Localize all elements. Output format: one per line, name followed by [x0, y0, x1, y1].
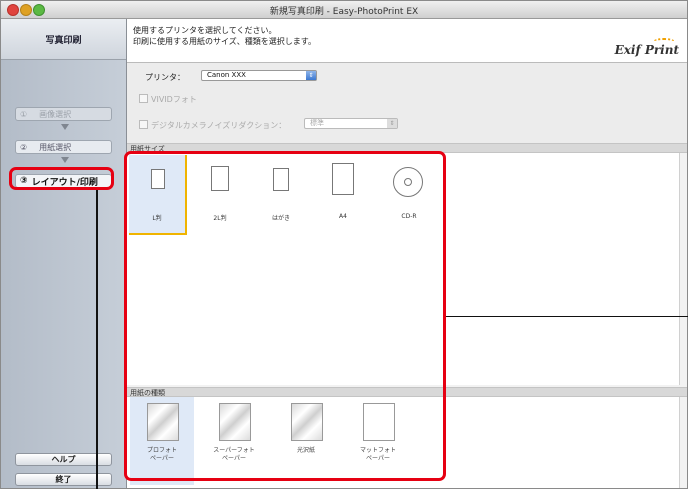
sidebar-header: 写真印刷	[1, 19, 126, 60]
step-label: 用紙選択	[39, 142, 72, 152]
noise-reduction-value: 標準	[310, 119, 324, 127]
step-number: ①	[20, 109, 28, 119]
instruction-line: 印刷に使用する用紙のサイズ、種類を選択します。	[133, 37, 316, 46]
updown-arrow-icon: ⇕	[306, 71, 316, 80]
callout-leader-line	[96, 190, 98, 489]
exif-print-logo: Exif Print	[614, 43, 679, 57]
paper-selection-callout	[124, 151, 446, 481]
print-settings: プリンタ： Canon XXX ⇕ VIVIDフォト デジタルカメラノイズリダク…	[127, 63, 687, 143]
noise-reduction-checkbox[interactable]	[139, 120, 148, 129]
printer-label: プリンタ：	[145, 73, 185, 82]
window-title: 新規写真印刷 - Easy-PhotoPrint EX	[269, 7, 419, 17]
title-bar: 新規写真印刷 - Easy-PhotoPrint EX	[1, 1, 687, 19]
sidebar: 写真印刷 ① 画像選択 ② 用紙選択 ③ レイアウト/印刷 ヘルプ 終了	[1, 19, 127, 488]
callout-leader-line	[446, 316, 688, 317]
printer-value: Canon XXX	[207, 71, 246, 79]
down-arrow-icon	[61, 124, 69, 130]
updown-arrow-icon: ⇕	[387, 119, 397, 128]
step-number: ②	[20, 142, 28, 152]
step-paper-select[interactable]: ② 用紙選択	[15, 140, 112, 154]
printer-select[interactable]: Canon XXX ⇕	[201, 70, 317, 81]
noise-reduction-label: デジタルカメラノイズリダクション：	[151, 121, 287, 130]
instruction-area: 使用するプリンタを選択してください。 印刷に使用する用紙のサイズ、種類を選択しま…	[127, 19, 687, 63]
step-label: 画像選択	[39, 109, 72, 119]
noise-reduction-select[interactable]: 標準 ⇕	[304, 118, 398, 129]
paper-size-scrollbar[interactable]	[679, 153, 687, 385]
down-arrow-icon	[61, 157, 69, 163]
vivid-photo-checkbox[interactable]	[139, 94, 148, 103]
vivid-photo-label: VIVIDフォト	[151, 95, 197, 104]
instruction-line: 使用するプリンタを選択してください。	[133, 26, 277, 35]
media-type-scrollbar[interactable]	[679, 397, 687, 488]
step-image-select[interactable]: ① 画像選択	[15, 107, 112, 121]
layout-print-callout	[9, 167, 114, 190]
